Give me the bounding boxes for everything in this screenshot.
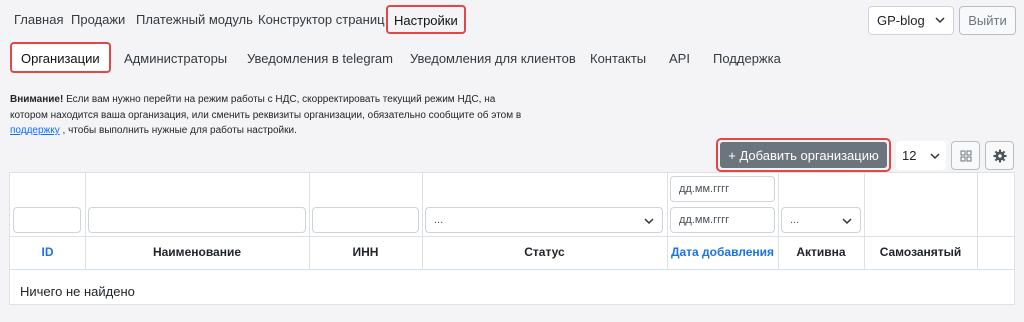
columns-toggle-button[interactable] <box>951 141 980 170</box>
chevron-down-icon <box>935 17 945 24</box>
tab-organizations[interactable]: Организации <box>10 42 111 73</box>
filter-date-from[interactable]: дд.мм.гггг <box>670 176 775 202</box>
column-header-self-employed: Самозанятый <box>879 245 962 259</box>
nav-settings[interactable]: Настройки <box>386 5 466 34</box>
tab-client-notifications[interactable]: Уведомления для клиентов <box>410 51 576 66</box>
table-settings-button[interactable] <box>985 141 1014 170</box>
column-divider <box>977 173 978 270</box>
row-divider <box>10 236 1014 237</box>
notice-text-before: Если вам нужно перейти на режим работы с… <box>10 94 522 121</box>
tab-administrators[interactable]: Администраторы <box>124 51 227 66</box>
filter-id[interactable] <box>13 207 81 233</box>
tab-telegram-notifications[interactable]: Уведомления в telegram <box>247 51 393 66</box>
filter-name[interactable] <box>88 207 306 233</box>
date-from-placeholder: дд.мм.гггг <box>679 183 730 195</box>
tab-api[interactable]: API <box>669 51 690 66</box>
notice-text-after: , чтобы выполнить нужные для работы наст… <box>59 125 297 136</box>
date-to-placeholder: дд.мм.гггг <box>679 214 730 226</box>
filter-active-value: ... <box>790 214 800 226</box>
support-link[interactable]: поддержку <box>10 125 60 136</box>
filter-inn[interactable] <box>312 207 419 233</box>
header-bottom-border <box>10 269 1014 270</box>
top-navigation: Главная Продажи Платежный модуль Констру… <box>0 0 1024 40</box>
filter-date-to[interactable]: дд.мм.гггг <box>670 207 775 233</box>
empty-state-text: Ничего не найдено <box>20 284 135 299</box>
filter-active-select[interactable]: ... <box>781 207 861 233</box>
column-header-id[interactable]: ID <box>10 245 85 259</box>
page-size-select[interactable]: 12 <box>896 141 946 170</box>
notice-strong: Внимание! <box>10 94 64 105</box>
tab-contacts[interactable]: Контакты <box>590 51 646 66</box>
nav-sales[interactable]: Продажи <box>71 12 125 27</box>
gear-icon <box>993 149 1007 163</box>
add-organization-button-frame: + Добавить организацию <box>716 138 891 172</box>
chevron-down-icon <box>842 218 852 225</box>
column-header-active: Активна <box>796 245 846 259</box>
add-organization-button[interactable]: + Добавить организацию <box>720 142 887 168</box>
organizations-table: ... дд.мм.гггг дд.мм.гггг ... ID Наимено… <box>9 172 1015 305</box>
chevron-down-icon <box>644 218 654 225</box>
logout-button[interactable]: Выйти <box>959 6 1016 35</box>
nav-payment-module[interactable]: Платежный модуль <box>136 12 253 27</box>
filter-status-value: ... <box>434 214 444 226</box>
page-size-value: 12 <box>902 148 917 163</box>
nav-page-builder[interactable]: Конструктор страниц <box>258 12 385 27</box>
column-header-name: Наименование <box>152 245 242 259</box>
column-header-status: Статус <box>524 245 565 259</box>
vat-notice: Внимание! Если вам нужно перейти на режи… <box>10 92 530 139</box>
site-select[interactable]: GP-blog <box>868 6 954 35</box>
column-header-date-added[interactable]: Дата добавления <box>667 245 778 259</box>
filter-status-select[interactable]: ... <box>425 207 663 233</box>
tab-support[interactable]: Поддержка <box>713 51 781 66</box>
nav-home[interactable]: Главная <box>14 12 63 27</box>
site-select-value: GP-blog <box>877 13 925 28</box>
grid-icon <box>960 150 972 162</box>
column-header-inn: ИНН <box>352 245 379 259</box>
chevron-down-icon <box>930 153 940 160</box>
